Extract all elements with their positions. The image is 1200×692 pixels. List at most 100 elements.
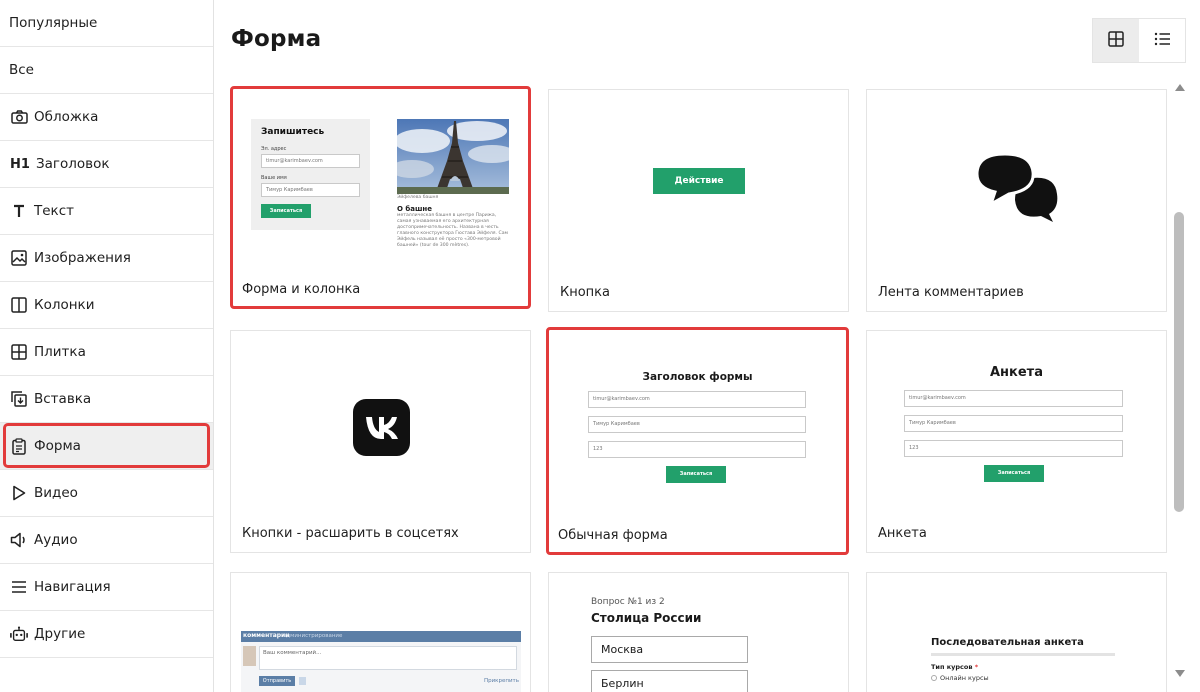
quiz-counter: Вопрос №1 из 2	[591, 597, 665, 607]
sidebar-item-label: Популярные	[9, 15, 98, 31]
scroll-down-arrow-icon[interactable]	[1175, 670, 1185, 677]
list-view-icon	[1154, 31, 1171, 50]
sidebar-item-heading[interactable]: H1 Заголовок	[0, 141, 213, 188]
field-label: Тип курсов *	[931, 663, 978, 671]
sidebar-item-tiles[interactable]: Плитка	[0, 329, 213, 376]
radio-icon	[931, 675, 937, 681]
sidebar-item-label: Изображения	[34, 250, 131, 266]
vk-logo-icon	[353, 399, 410, 460]
template-card-share-buttons[interactable]: Кнопки - расшарить в соцсетях	[230, 330, 531, 553]
sidebar-item-all[interactable]: Все	[0, 47, 213, 94]
eiffel-tower-image	[397, 119, 509, 194]
sidebar-item-label: Колонки	[34, 297, 95, 313]
preview-about-title: О башне	[397, 205, 433, 213]
vk-comment-area: Ваш комментарий... Отправить Прикрепить	[241, 642, 521, 692]
sidebar-item-images[interactable]: Изображения	[0, 235, 213, 282]
sidebar-item-audio[interactable]: Аудио	[0, 517, 213, 564]
robot-icon	[10, 625, 28, 643]
avatar	[243, 646, 256, 666]
sidebar-item-insert[interactable]: Вставка	[0, 376, 213, 423]
preview-survey-heading: Анкета	[990, 365, 1043, 380]
sidebar-item-cover[interactable]: Обложка	[0, 94, 213, 141]
sidebar-item-label: Все	[9, 62, 34, 78]
sidebar-item-text[interactable]: Текст	[0, 188, 213, 235]
view-toggle	[1092, 18, 1186, 63]
sidebar-item-columns[interactable]: Колонки	[0, 282, 213, 329]
preview-number-input: 123	[904, 440, 1123, 457]
progress-bar	[931, 653, 1115, 656]
quiz-option: Москва	[591, 636, 748, 663]
camera-icon	[10, 108, 28, 126]
preview-name-label: Ваше имя	[261, 175, 287, 181]
sidebar-item-label: Навигация	[34, 579, 111, 595]
preview-image-caption: Эйфелева башня	[397, 195, 439, 200]
menu-icon	[10, 578, 28, 596]
template-card-form-column[interactable]: Запишитесь Эл. адрес timur@karimbaev.com…	[230, 86, 531, 309]
template-card-sequential-survey[interactable]: Последовательная анкета Тип курсов * Онл…	[866, 572, 1167, 692]
sidebar-item-other[interactable]: Другие	[0, 611, 213, 658]
preview-action-button: Действие	[653, 168, 745, 194]
card-caption: Обычная форма	[558, 528, 668, 543]
main-content: Форма Запишитесь Эл. адрес timur@karimba…	[214, 0, 1200, 692]
template-card-comments-feed[interactable]: Лента комментариев	[866, 89, 1167, 312]
image-icon	[10, 249, 28, 267]
preview-submit-button: Записаться	[666, 466, 726, 483]
sidebar-item-navigation[interactable]: Навигация	[0, 564, 213, 611]
sidebar-item-video[interactable]: Видео	[0, 470, 213, 517]
vk-comment-input: Ваш комментарий...	[259, 646, 517, 670]
field-label-text: Тип курсов	[931, 663, 973, 671]
sidebar-item-label: Аудио	[34, 532, 78, 548]
vk-send-button: Отправить	[259, 676, 295, 686]
insert-icon	[10, 390, 28, 408]
card-caption: Форма и колонка	[242, 282, 361, 297]
sidebar: Популярные Все Обложка H1 Заголовок Текс…	[0, 0, 214, 692]
attach-icon	[299, 677, 306, 685]
preview-about-text: металлическая башня в центре Парижа, сам…	[397, 213, 508, 248]
list-view-button[interactable]	[1139, 19, 1185, 62]
card-caption: Лента комментариев	[878, 285, 1024, 300]
vk-comments-header: комментарии администрирование	[241, 631, 521, 642]
card-caption: Кнопка	[560, 285, 611, 300]
scroll-up-arrow-icon[interactable]	[1175, 84, 1185, 91]
grid-view-button[interactable]	[1093, 19, 1139, 62]
template-card-survey[interactable]: Анкета timur@karimbaev.com Тимур Каримба…	[866, 330, 1167, 553]
radio-option-label: Онлайн курсы	[940, 674, 989, 682]
template-card-quiz[interactable]: Вопрос №1 из 2 Столица России Москва Бер…	[548, 572, 849, 692]
sidebar-item-form[interactable]: Форма	[0, 423, 213, 470]
preview-email-input: timur@karimbaev.com	[588, 391, 806, 408]
template-card-simple-form[interactable]: Заголовок формы timur@karimbaev.com Тиму…	[546, 327, 849, 555]
sidebar-item-label: Форма	[34, 438, 81, 454]
radio-option: Онлайн курсы	[931, 674, 989, 682]
sidebar-item-label: Заголовок	[36, 156, 110, 172]
grid-icon	[10, 343, 28, 361]
quiz-question: Столица России	[591, 611, 702, 625]
vk-attach-link: Прикрепить	[483, 678, 519, 684]
preview-email-input: timur@karimbaev.com	[904, 390, 1123, 407]
columns-icon	[10, 296, 28, 314]
sidebar-item-label: Плитка	[34, 344, 86, 360]
card-caption: Анкета	[878, 526, 927, 541]
grid-view-icon	[1108, 30, 1124, 51]
preview-number-input: 123	[588, 441, 806, 458]
page-title: Форма	[231, 26, 322, 52]
clipboard-icon	[10, 437, 28, 455]
preview-submit-button: Записаться	[984, 465, 1044, 482]
sidebar-item-label: Обложка	[34, 109, 99, 125]
sidebar-item-label: Видео	[34, 485, 78, 501]
sidebar-item-popular[interactable]: Популярные	[0, 0, 213, 47]
h1-icon: H1	[10, 156, 30, 172]
vk-admin-label: администрирование	[283, 632, 343, 639]
sidebar-item-label: Текст	[34, 203, 74, 219]
scrollbar[interactable]	[1172, 84, 1186, 684]
preview-name-input: Тимур Каримбаев	[261, 183, 360, 197]
preview-submit-button: Записаться	[261, 204, 311, 218]
chat-bubbles-icon	[975, 152, 1059, 226]
quiz-option: Берлин	[591, 670, 748, 692]
preview-form-title: Запишитесь	[261, 127, 325, 137]
play-icon	[10, 484, 28, 502]
scrollbar-thumb[interactable]	[1174, 212, 1184, 512]
preview-name-input: Тимур Каримбаев	[588, 416, 806, 433]
template-card-vk-comments[interactable]: комментарии администрирование Ваш коммен…	[230, 572, 531, 692]
template-card-button[interactable]: Действие Кнопка	[548, 89, 849, 312]
text-icon	[10, 202, 28, 220]
